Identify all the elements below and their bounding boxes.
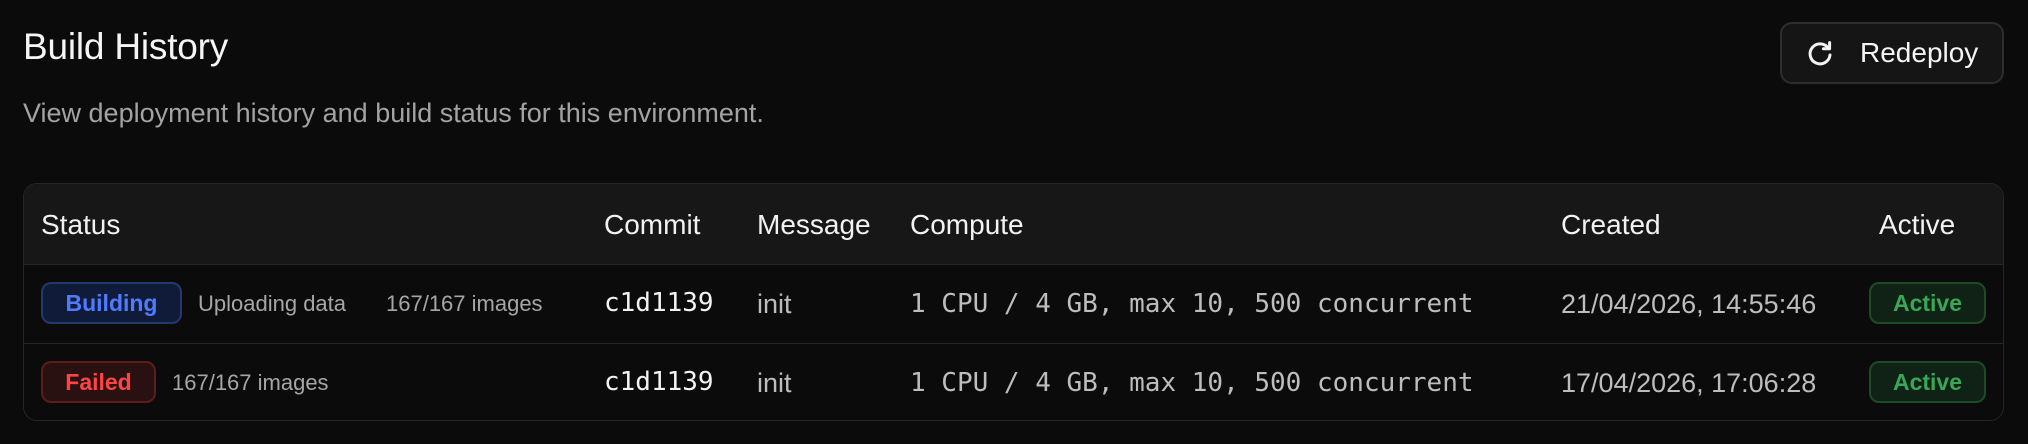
build-history-table: Status Commit Message Compute Created Ac… (23, 183, 2004, 421)
commit-hash: c1d1139 (604, 367, 714, 397)
build-stage-text: Uploading data (198, 291, 347, 316)
table-row[interactable]: Failed 167/167 images c1d1139 init 1 CPU… (24, 343, 2003, 420)
build-progress-text: 167/167 images (172, 370, 329, 395)
commit-hash: c1d1139 (604, 288, 714, 318)
column-header-compute: Compute (910, 209, 1024, 240)
commit-message: init (757, 289, 792, 319)
refresh-icon (1804, 37, 1836, 69)
column-header-status: Status (41, 209, 121, 240)
column-header-message: Message (757, 209, 871, 240)
created-timestamp: 17/04/2026, 17:06:28 (1561, 368, 1817, 398)
column-header-created: Created (1561, 209, 1661, 240)
build-progress-text: 167/167 images (386, 291, 543, 316)
status-badge-failed: Failed (41, 361, 156, 403)
active-badge: Active (1869, 282, 1986, 324)
column-header-active: Active (1879, 209, 1956, 240)
compute-spec: 1 CPU / 4 GB, max 10, 500 concurrent (910, 368, 1474, 398)
column-header-commit: Commit (604, 209, 701, 240)
compute-spec: 1 CPU / 4 GB, max 10, 500 concurrent (910, 289, 1474, 319)
table-header: Status Commit Message Compute Created Ac… (24, 184, 2003, 265)
commit-message: init (757, 368, 792, 398)
active-badge: Active (1869, 361, 1986, 403)
table-row[interactable]: Building Uploading data 167/167 images c… (24, 265, 2003, 343)
status-badge-building: Building (41, 282, 182, 324)
created-timestamp: 21/04/2026, 14:55:46 (1561, 289, 1817, 319)
page-subtitle: View deployment history and build status… (23, 98, 764, 128)
page-title: Build History (23, 26, 229, 67)
redeploy-label: Redeploy (1860, 37, 1979, 68)
redeploy-button[interactable]: Redeploy (1780, 22, 2004, 84)
